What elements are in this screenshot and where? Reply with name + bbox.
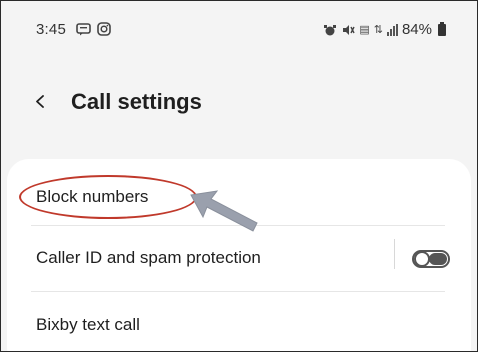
volte-icon: ▤ (359, 24, 370, 36)
chevron-left-icon[interactable] (34, 95, 47, 108)
4g-icon: ⇅ (373, 24, 383, 36)
status-left-icons (76, 22, 111, 36)
toggle-track-fill (429, 253, 447, 265)
status-right-icons: ▤ ⇅ 84% (323, 21, 446, 38)
status-time: 3:45 (36, 21, 66, 38)
setting-label: Bixby text call (36, 315, 140, 334)
setting-caller-id[interactable]: Caller ID and spam protection (31, 233, 445, 285)
alarm-icon (324, 24, 337, 35)
message-icon (76, 22, 91, 35)
caller-id-toggle[interactable] (412, 250, 450, 268)
highlight-ellipse (19, 175, 197, 219)
toggle-separator (394, 239, 395, 269)
battery-percent: 84% (401, 21, 432, 38)
app-header: Call settings (1, 75, 477, 131)
instagram-icon (97, 22, 111, 36)
pointer-arrow-icon (190, 190, 258, 232)
divider (31, 291, 445, 292)
toggle-knob (414, 251, 430, 267)
signal-icon (386, 23, 398, 36)
status-bar: 3:45 ▤ ⇅ 84% (1, 1, 477, 65)
page-title: Call settings (71, 89, 202, 114)
mute-icon (343, 24, 355, 35)
battery-icon (438, 21, 446, 36)
setting-bixby-text-call[interactable]: Bixby text call (31, 297, 445, 349)
phone-screen: 3:45 ▤ ⇅ 84% Call settings Block numbers… (0, 0, 478, 352)
setting-label: Caller ID and spam protection (36, 248, 261, 267)
